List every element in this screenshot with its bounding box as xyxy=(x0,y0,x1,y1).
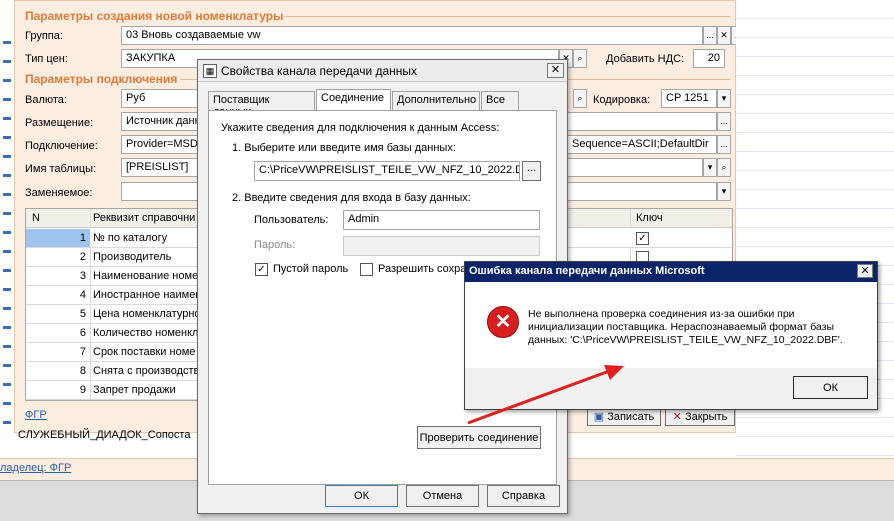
red-arrow-annotation xyxy=(467,365,624,425)
